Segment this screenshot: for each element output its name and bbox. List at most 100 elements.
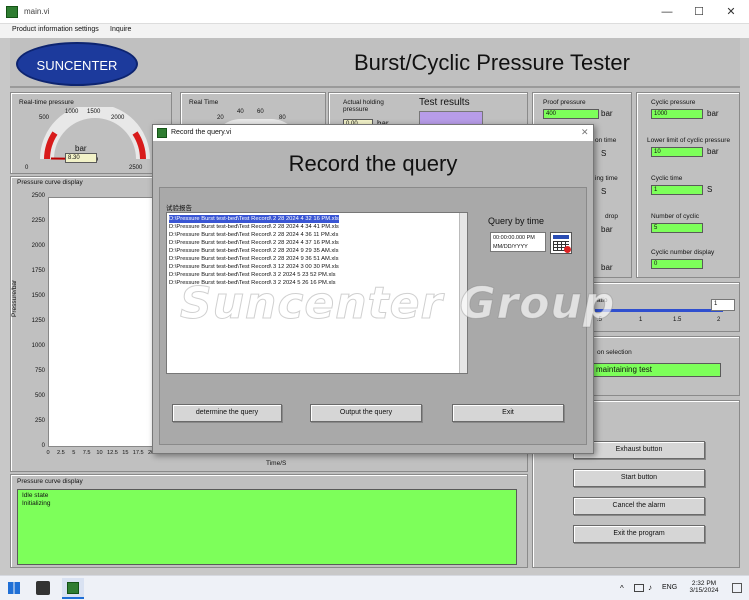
ratio-tick: 1.5 xyxy=(673,317,682,323)
logo-text: SUNCENTER xyxy=(36,58,118,73)
dialog-titlebar: Record the query.vi ✕ xyxy=(153,125,593,141)
cyclic-display-label: Cyclic number display xyxy=(651,249,715,256)
dialog-exit-button[interactable]: Exit xyxy=(452,404,564,422)
status-log: Idle state Initializing xyxy=(17,489,517,565)
realtime-tick: 60 xyxy=(257,109,264,115)
gauge-tick: 500 xyxy=(39,115,50,121)
tray-chevron-up-icon[interactable]: ^ xyxy=(620,584,624,593)
y-tick-label: 2250 xyxy=(31,218,45,224)
exit-program-button[interactable]: Exit the program xyxy=(573,525,705,543)
ratio-tick: 1 xyxy=(639,317,643,323)
gauge-tick: 1500 xyxy=(87,109,101,115)
minimize-icon[interactable]: — xyxy=(652,4,682,20)
gauge-tick: 2000 xyxy=(111,115,125,121)
lower-limit-unit: bar xyxy=(707,147,719,156)
start-button[interactable]: Start button xyxy=(573,469,705,487)
status-title: Pressure curve display xyxy=(17,478,83,485)
dialog-title: Record the query.vi xyxy=(171,129,232,136)
y-tick-label: 2500 xyxy=(31,193,45,199)
file-list-item[interactable]: D:\Pressure Burst test-bed\Test Record\ … xyxy=(169,223,339,231)
time-picker-input[interactable]: 00:00:00.000 PM MM/DD/YYYY xyxy=(490,232,546,252)
cyclic-time-unit: S xyxy=(707,185,713,194)
notification-icon[interactable] xyxy=(732,583,742,593)
proof-field-label: drop xyxy=(605,213,619,220)
proof-field-unit: bar xyxy=(601,263,613,272)
start-icon[interactable] xyxy=(8,582,20,594)
explorer-icon[interactable] xyxy=(36,581,50,595)
number-of-cyclic-label: Number of cyclic xyxy=(651,213,700,220)
ratio-tick: 2 xyxy=(717,317,721,323)
gauge-panel: Real-time pressure 0 500 1000 1500 2000 … xyxy=(10,92,172,174)
network-icon[interactable] xyxy=(634,584,644,592)
y-tick-label: 750 xyxy=(34,368,45,374)
gauge-label: Real-time pressure xyxy=(19,99,74,106)
x-tick-label: 5 xyxy=(72,450,76,456)
proof-field-unit: bar xyxy=(601,225,613,234)
chart-xlabel: Time/S xyxy=(266,460,287,467)
language-indicator[interactable]: ENG xyxy=(662,584,677,591)
query-by-time-label: Query by time xyxy=(488,216,545,226)
proof-pressure-unit: bar xyxy=(601,109,613,118)
holding-label: Actual holding pressure xyxy=(343,99,384,113)
divider xyxy=(10,86,740,88)
x-tick-label: 15 xyxy=(122,450,129,456)
taskbar: ^ ♪ ENG 2:32 PM 3/15/2024 xyxy=(0,575,749,600)
test-results-label: Test results xyxy=(419,97,470,108)
y-tick-label: 0 xyxy=(41,443,45,449)
output-query-button[interactable]: Output the query xyxy=(310,404,422,422)
dialog-close-icon[interactable]: ✕ xyxy=(581,127,589,138)
cyclic-time-input[interactable]: 1 xyxy=(651,185,703,195)
date-value: MM/DD/YYYY xyxy=(493,244,528,250)
proof-field-label: on time xyxy=(595,137,617,144)
cyclic-panel: Cyclic pressure 1000 bar Lower limit of … xyxy=(636,92,740,278)
number-of-cyclic-input[interactable]: 5 xyxy=(651,223,703,233)
chart-title: Pressure curve display xyxy=(17,179,83,186)
window-title: main.vi xyxy=(24,7,50,16)
volume-icon[interactable]: ♪ xyxy=(648,583,652,592)
menu-item-inquire[interactable]: Inquire xyxy=(110,26,131,33)
clock-time: 2:32 PM xyxy=(691,580,717,587)
y-tick-label: 250 xyxy=(34,418,45,424)
file-list-item[interactable]: D:\Pressure Burst test-bed\Test Record\ … xyxy=(169,239,339,247)
file-list-item[interactable]: D:\Pressure Burst test-bed\Test Record\ … xyxy=(169,263,339,271)
page-title: Burst/Cyclic Pressure Tester xyxy=(354,50,630,75)
list-label: 试验报告 xyxy=(166,205,192,212)
x-tick-label: 2.5 xyxy=(56,450,65,456)
cyclic-time-label: Cyclic time xyxy=(651,175,683,182)
gauge-unit: bar xyxy=(75,144,87,153)
y-tick-label: 1000 xyxy=(31,343,45,349)
cancel-alarm-button[interactable]: Cancel the alarm xyxy=(573,497,705,515)
lower-limit-input[interactable]: 10 xyxy=(651,147,703,157)
taskbar-app-button[interactable] xyxy=(62,578,84,599)
realtime-tick: 20 xyxy=(217,115,224,121)
mode-select[interactable]: maintaining test xyxy=(593,363,721,377)
time-value: 00:00:00.000 PM xyxy=(493,235,535,241)
file-list-item[interactable]: D:\Pressure Burst test-bed\Test Record\ … xyxy=(169,247,338,255)
cyclic-pressure-unit: bar xyxy=(707,109,719,118)
clock[interactable]: 2:32 PM 3/15/2024 xyxy=(684,580,724,594)
dialog-heading: Record the query xyxy=(288,151,458,176)
selection-label: on selection xyxy=(597,349,632,356)
file-list-item[interactable]: D:\Pressure Burst test-bed\Test Record\ … xyxy=(169,231,338,239)
x-tick-label: 10 xyxy=(96,450,103,456)
maximize-icon[interactable]: ☐ xyxy=(684,4,714,20)
cyclic-pressure-input[interactable]: 1000 xyxy=(651,109,703,119)
menu-item-product-settings[interactable]: Product information settings xyxy=(12,26,99,33)
menu-bar: Product information settings Inquire xyxy=(0,24,749,38)
app-icon xyxy=(6,6,18,18)
calendar-icon[interactable] xyxy=(550,232,572,254)
proof-pressure-input[interactable]: 400 xyxy=(543,109,599,119)
close-icon[interactable]: ✕ xyxy=(716,4,746,20)
proof-field-unit: S xyxy=(601,149,607,158)
file-list-item[interactable]: D:\Pressure Burst test-bed\Test Record\ … xyxy=(169,215,339,223)
x-tick-label: 7.5 xyxy=(82,450,91,456)
x-tick-label: 17.5 xyxy=(132,450,144,456)
determine-query-button[interactable]: determine the query xyxy=(172,404,282,422)
status-panel: Pressure curve display Idle state Initia… xyxy=(10,474,528,568)
ratio-input[interactable]: 1 xyxy=(711,299,735,311)
gauge-tick: 2500 xyxy=(129,165,143,171)
proof-field-unit: S xyxy=(601,187,607,196)
y-tick-label: 500 xyxy=(34,393,45,399)
cyclic-display-value: 0 xyxy=(651,259,703,269)
file-list-item[interactable]: D:\Pressure Burst test-bed\Test Record\ … xyxy=(169,255,338,263)
